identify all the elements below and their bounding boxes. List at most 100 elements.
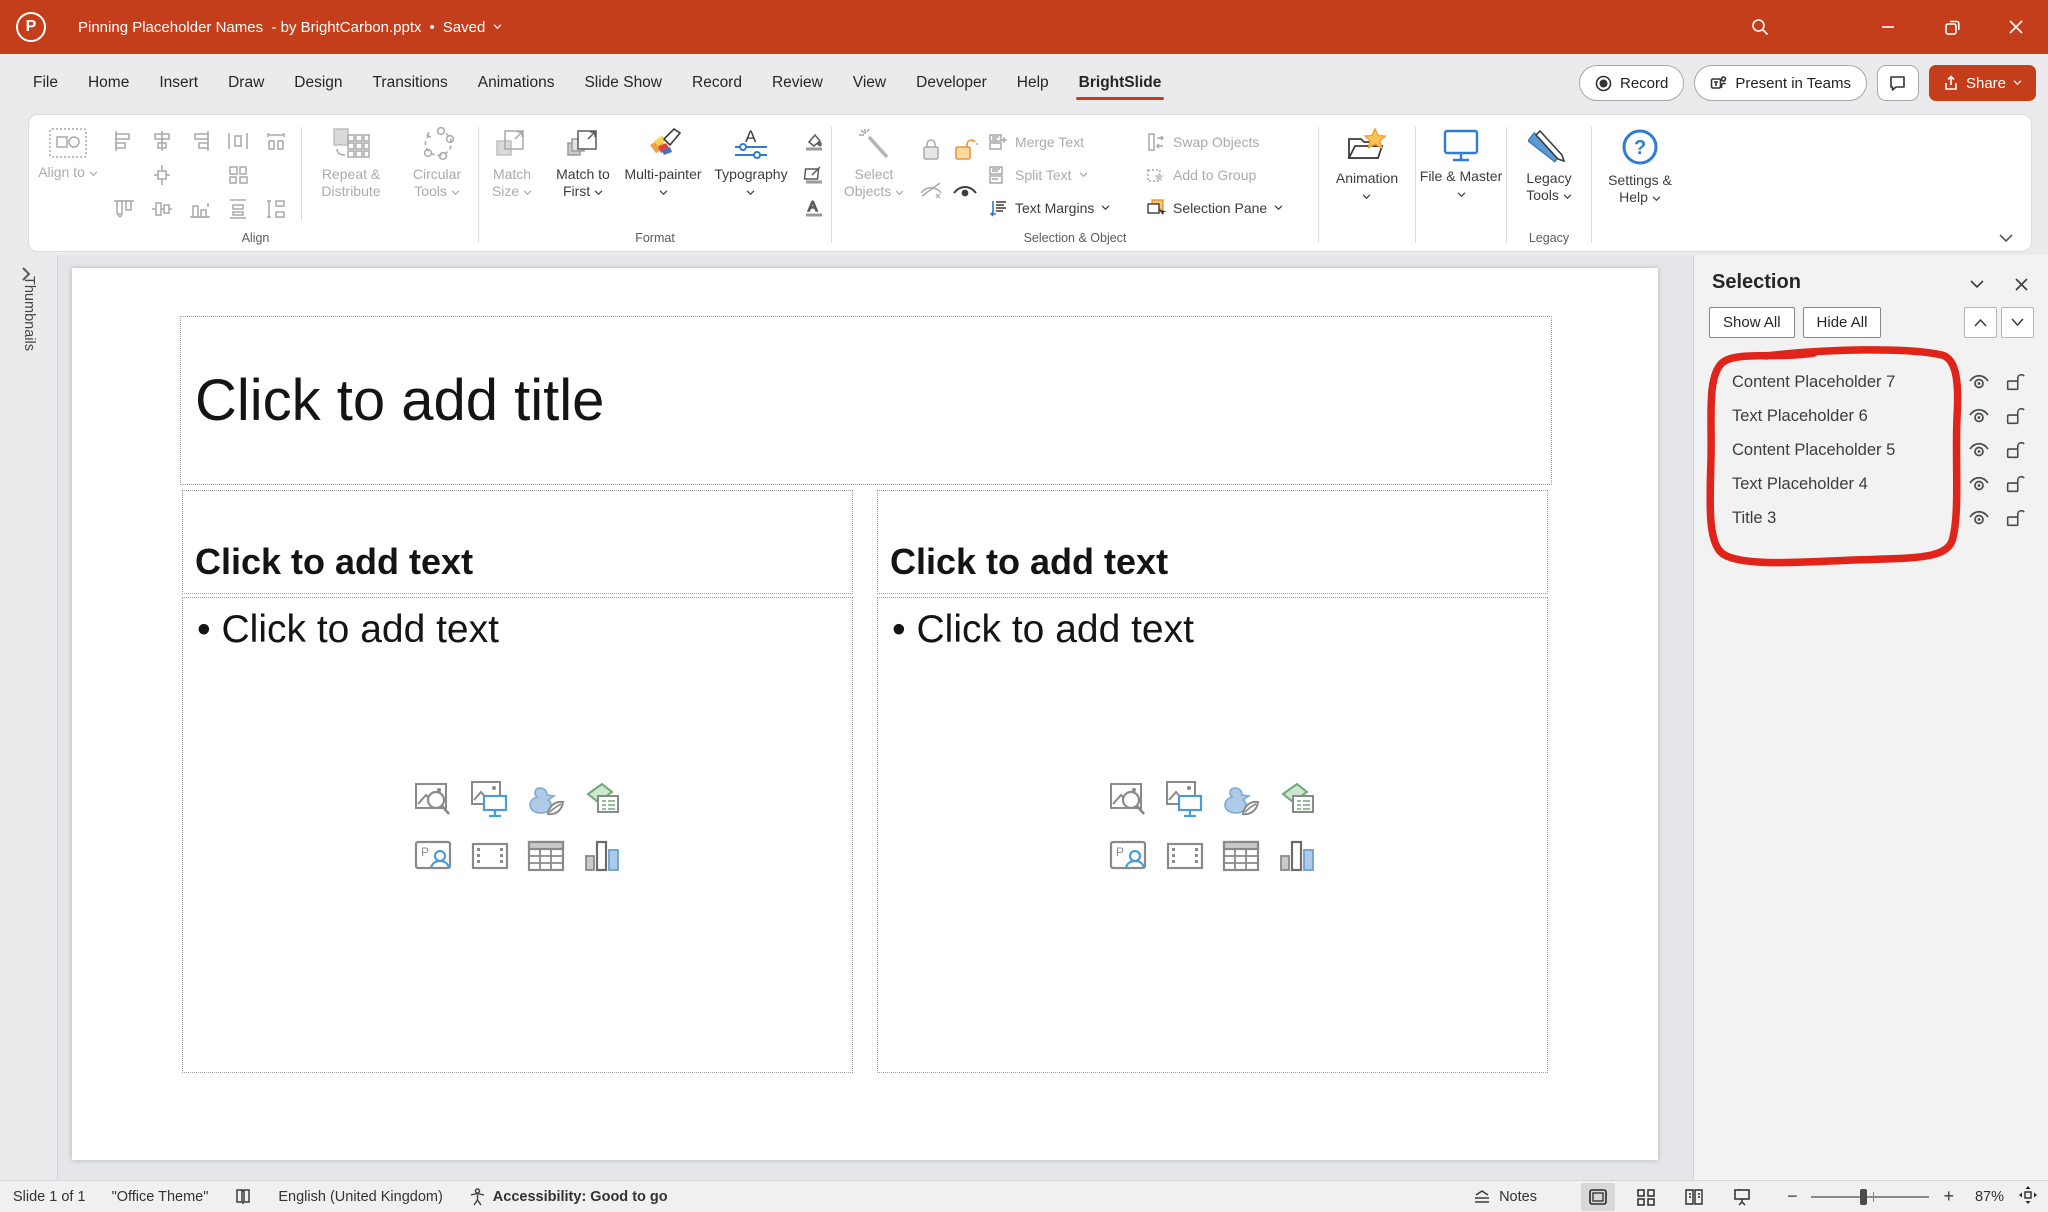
right-content-placeholder[interactable]: • Click to add text P [877,597,1548,1073]
selection-row[interactable]: Text Placeholder 6 [1694,399,2048,433]
video-button[interactable] [1165,836,1205,876]
tab-insert[interactable]: Insert [144,64,213,102]
hide-all-button[interactable]: Hide All [1802,307,1882,338]
align-grid-button[interactable] [226,163,250,187]
tab-slide-show[interactable]: Slide Show [569,64,677,102]
selection-pane-close-button[interactable] [2006,271,2036,297]
close-button[interactable] [1984,0,2048,54]
toggle-visibility-button[interactable] [1964,505,1994,531]
icons-button[interactable] [526,780,566,820]
video-button[interactable] [470,836,510,876]
text-format-button[interactable]: A [803,198,825,218]
toggle-visibility-button[interactable] [1964,471,1994,497]
tab-help[interactable]: Help [1002,64,1064,102]
align-right-button[interactable] [188,129,212,153]
minimize-button[interactable] [1856,0,1920,54]
distribute-horizontal-button[interactable] [226,129,250,153]
selection-pane-dropdown-button[interactable] [1962,271,1992,297]
move-down-button[interactable] [2001,307,2034,338]
split-text-button[interactable]: Split Text [988,166,1134,184]
animation-button[interactable]: Animation [1321,121,1413,229]
text-margins-button[interactable]: Text Margins [988,199,1134,217]
toggle-lock-button[interactable] [2000,505,2030,531]
zoom-out-button[interactable]: − [1787,1186,1798,1207]
slide-counter[interactable]: Slide 1 of 1 [13,1189,86,1205]
toggle-lock-button[interactable] [2000,369,2030,395]
tab-developer[interactable]: Developer [901,64,1002,102]
language-indicator[interactable]: English (United Kingdom) [278,1189,442,1205]
selection-pane-button[interactable]: Selection Pane [1146,199,1310,217]
toggle-lock-button[interactable] [2000,403,2030,429]
tab-record[interactable]: Record [677,64,757,102]
tab-brightslide[interactable]: BrightSlide [1064,64,1177,102]
file-master-button[interactable]: File & Master [1418,121,1504,229]
normal-view-button[interactable] [1580,1182,1615,1211]
toggle-visibility-button[interactable] [1964,437,1994,463]
zoom-slider-thumb[interactable] [1859,1188,1867,1205]
align-middle-button[interactable] [150,163,174,187]
horizontal-spacing-button[interactable] [264,129,288,153]
add-to-group-button[interactable]: Add to Group [1146,166,1310,184]
show-object-button[interactable] [951,181,979,201]
align-left-button[interactable] [112,129,136,153]
zoom-in-button[interactable]: + [1943,1186,1954,1207]
tab-transitions[interactable]: Transitions [358,64,463,102]
unlock-button[interactable] [952,136,978,162]
show-all-button[interactable]: Show All [1709,307,1795,338]
theme-name[interactable]: "Office Theme" [112,1189,209,1205]
toggle-visibility-button[interactable] [1964,369,1994,395]
accessibility-status[interactable]: Accessibility: Good to go [469,1187,668,1206]
right-text-placeholder[interactable]: Click to add text [877,490,1548,594]
cameo-button[interactable]: P [1109,836,1149,876]
present-in-teams-button[interactable]: Present in Teams [1694,65,1867,101]
align-center-button[interactable] [150,129,174,153]
align-top-button[interactable] [112,197,136,221]
zoom-level[interactable]: 87% [1968,1189,2004,1205]
align-vcenter-button[interactable] [150,197,174,221]
multi-painter-button[interactable]: Multi-painter [623,121,703,229]
match-size-button[interactable]: Match Size [481,121,543,229]
lock-button[interactable] [919,136,943,162]
table-button[interactable] [526,836,566,876]
tab-draw[interactable]: Draw [213,64,279,102]
stock-image-button[interactable] [1109,780,1149,820]
smartart-button[interactable] [582,780,622,820]
hide-object-button[interactable] [918,180,944,202]
tab-animations[interactable]: Animations [463,64,570,102]
record-button[interactable]: Record [1578,65,1685,101]
fit-slide-button[interactable] [2018,1185,2038,1209]
tab-review[interactable]: Review [757,64,838,102]
search-button[interactable] [1728,0,1792,54]
repeat-distribute-button[interactable]: Repeat & Distribute [304,121,398,229]
thumbnails-panel-collapsed[interactable]: Thumbnails [0,255,58,1180]
toggle-lock-button[interactable] [2000,437,2030,463]
align-to-button[interactable]: Align to [35,121,101,229]
table-button[interactable] [1221,836,1261,876]
comments-button[interactable] [1876,65,1919,101]
selection-row[interactable]: Text Placeholder 4 [1694,467,2048,501]
smartart-button[interactable] [1277,780,1317,820]
outline-format-button[interactable] [803,165,825,185]
collapse-ribbon-button[interactable] [1999,234,2013,243]
fill-format-button[interactable] [803,132,825,152]
match-to-first-button[interactable]: Match to First [543,121,623,229]
tab-view[interactable]: View [838,64,901,102]
settings-help-button[interactable]: ? Settings & Help [1594,121,1686,229]
account-avatar[interactable] [1792,0,1856,54]
toggle-lock-button[interactable] [2000,471,2030,497]
left-text-placeholder[interactable]: Click to add text [182,490,853,594]
icons-button[interactable] [1221,780,1261,820]
stock-image-button[interactable] [414,780,454,820]
merge-text-button[interactable]: Merge Text [988,133,1134,151]
align-bottom-button[interactable] [188,197,212,221]
legacy-tools-button[interactable]: Legacy Tools [1509,121,1589,229]
selection-row[interactable]: Content Placeholder 7 [1694,365,2048,399]
reading-view-button[interactable] [1677,1183,1711,1211]
chart-button[interactable] [582,836,622,876]
restore-button[interactable] [1920,0,1984,54]
selection-row[interactable]: Title 3 [1694,501,2048,535]
share-button[interactable]: Share [1928,65,2036,101]
left-content-placeholder[interactable]: • Click to add text P [182,597,853,1073]
powerpoint-app-icon[interactable]: P [16,12,46,42]
toggle-visibility-button[interactable] [1964,403,1994,429]
